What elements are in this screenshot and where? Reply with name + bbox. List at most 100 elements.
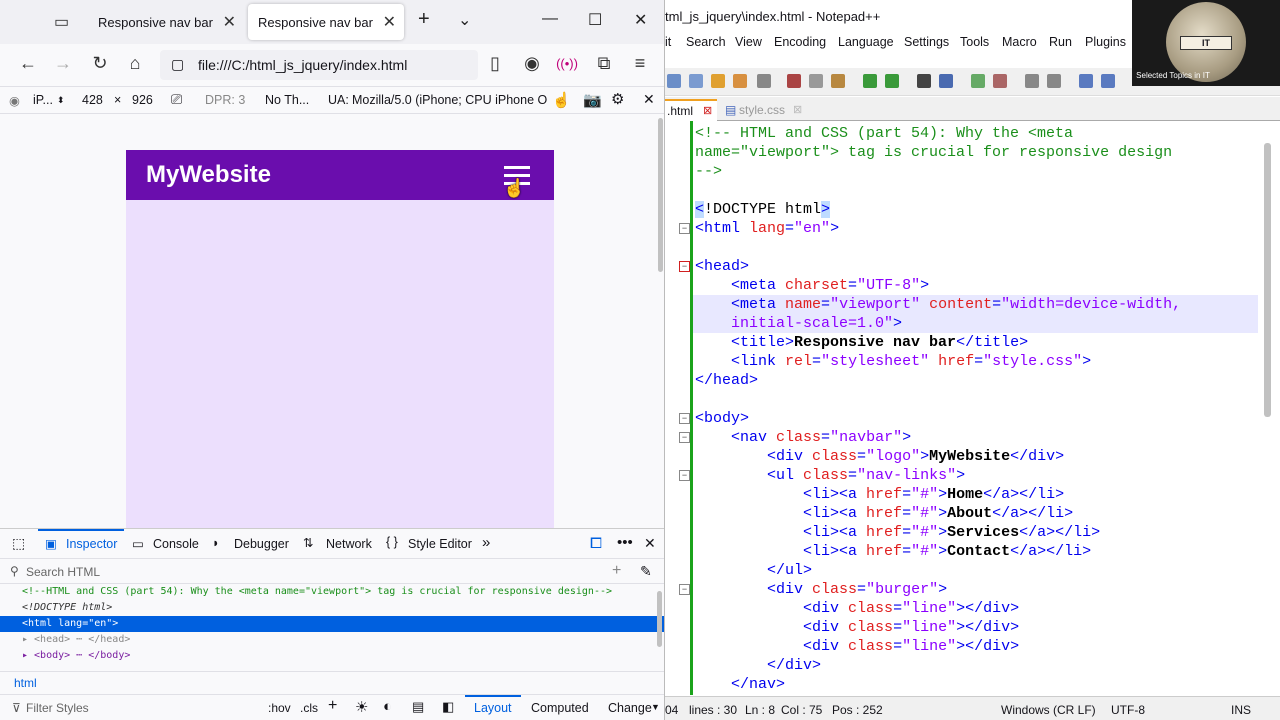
tree-head-node[interactable]: ▸ <head> ⋯ </head> — [0, 632, 664, 648]
browser-tab-1[interactable]: Responsive nav bar ✕ — [88, 4, 244, 40]
dpr-select[interactable]: DPR: 3 — [205, 93, 245, 107]
add-node-icon[interactable]: + — [612, 562, 621, 580]
fold-toggle-icon[interactable]: − — [679, 261, 690, 272]
camera-icon[interactable]: 📷 — [583, 91, 602, 109]
tab-console[interactable]: Console — [153, 537, 199, 551]
home-icon[interactable]: ⌂ — [124, 53, 146, 74]
sync-scroll-icon[interactable] — [1025, 74, 1039, 88]
print-icon[interactable] — [757, 74, 771, 88]
tab-computed[interactable]: Computed — [531, 701, 589, 715]
throttle-select[interactable]: No Th... — [265, 93, 309, 107]
light-mode-icon[interactable]: ☀ — [355, 698, 368, 716]
find-icon[interactable] — [917, 74, 931, 88]
tree-body-node[interactable]: ▸ <body> ⋯ </body> — [0, 648, 664, 664]
tab-debugger[interactable]: Debugger — [234, 537, 289, 551]
print-media-icon[interactable]: ▤ — [412, 699, 424, 715]
more-options-icon[interactable]: ••• — [617, 534, 633, 551]
tab-layout[interactable]: Layout — [474, 701, 512, 715]
url-text[interactable]: file:///C:/html_js_jquery/index.html — [198, 57, 407, 73]
redo-icon[interactable] — [885, 74, 899, 88]
editor-scrollbar[interactable] — [1264, 143, 1271, 417]
filter-styles-input[interactable]: Filter Styles — [26, 701, 89, 715]
forward-arrow-icon[interactable]: → — [52, 53, 74, 74]
toggle-pane-icon[interactable]: ◧ — [442, 699, 454, 715]
rotate-icon[interactable]: ⎚ — [171, 91, 182, 108]
width-input[interactable]: 428 — [82, 93, 103, 107]
tab-network[interactable]: Network — [326, 537, 372, 551]
menu-icon[interactable]: ≡ — [629, 53, 651, 74]
height-input[interactable]: 926 — [132, 93, 153, 107]
menu-encoding[interactable]: Encoding — [774, 35, 826, 49]
browser-tab-2[interactable]: Responsive nav bar ✕ — [248, 4, 404, 40]
menu-settings[interactable]: Settings — [904, 35, 949, 49]
zoom-out-icon[interactable] — [993, 74, 1007, 88]
broadcast-icon[interactable]: ((•)) — [556, 56, 578, 71]
tab-style-editor[interactable]: Style Editor — [408, 537, 472, 551]
file-tab-index[interactable]: .html ⊠ — [665, 99, 717, 121]
extensions-icon[interactable]: ⧉ — [593, 53, 615, 74]
copy-icon[interactable] — [809, 74, 823, 88]
paste-icon[interactable] — [831, 74, 845, 88]
reload-icon[interactable]: ↻ — [89, 53, 111, 74]
device-select[interactable]: iP... — [33, 93, 53, 107]
close-devtools-icon[interactable]: ✕ — [644, 535, 656, 552]
fold-toggle-icon[interactable]: − — [679, 584, 690, 595]
undo-icon[interactable] — [863, 74, 877, 88]
minimize-icon[interactable]: — — [542, 10, 558, 28]
chevron-down-icon[interactable]: ▼ — [651, 702, 660, 712]
close-tab-icon[interactable]: ⊠ — [703, 104, 712, 117]
add-rule-icon[interactable]: + — [328, 697, 337, 715]
more-tabs-icon[interactable]: » — [482, 534, 490, 551]
fold-toggle-icon[interactable]: − — [679, 413, 690, 424]
tree-doctype-node[interactable]: <!DOCTYPE html> — [0, 600, 664, 616]
responsive-mode-icon[interactable]: ⧠ — [590, 535, 602, 552]
menu-view[interactable]: View — [735, 35, 762, 49]
fold-toggle-icon[interactable]: − — [679, 432, 690, 443]
fold-toggle-icon[interactable]: − — [679, 223, 690, 234]
new-file-icon[interactable] — [667, 74, 681, 88]
viewport-scrollbar[interactable] — [658, 118, 663, 272]
open-file-icon[interactable] — [689, 74, 703, 88]
gear-icon[interactable]: ⚙ — [611, 90, 624, 108]
new-tab-icon[interactable]: + — [418, 8, 430, 31]
breadcrumb-html[interactable]: html — [14, 676, 37, 690]
tab-overview-icon[interactable]: ▭ — [54, 12, 69, 32]
tree-html-node[interactable]: <html lang="en"> — [0, 616, 664, 632]
eyedropper-icon[interactable]: ✎ — [640, 563, 652, 580]
close-tab-icon[interactable]: ⊠ — [793, 103, 802, 116]
tree-comment-node[interactable]: <!--HTML and CSS (part 54): Why the <met… — [0, 584, 664, 600]
replace-icon[interactable] — [939, 74, 953, 88]
file-tab-style[interactable]: ▤ style.css ⊠ — [721, 101, 809, 121]
element-picker-icon[interactable]: ⬚ — [12, 535, 25, 552]
cut-icon[interactable] — [787, 74, 801, 88]
menu-language[interactable]: Language — [838, 35, 894, 49]
tab-changes[interactable]: Change — [608, 701, 652, 715]
chevron-down-icon[interactable]: ⌄ — [458, 10, 471, 30]
tab-inspector[interactable]: Inspector — [66, 537, 117, 551]
touch-hand-icon[interactable]: ☝ — [552, 91, 571, 109]
sync-horizontal-icon[interactable] — [1047, 74, 1061, 88]
menu-plugins[interactable]: Plugins — [1085, 35, 1126, 49]
tree-scrollbar[interactable] — [657, 591, 662, 647]
cls-toggle[interactable]: .cls — [300, 701, 318, 715]
menu-edit[interactable]: it — [665, 35, 671, 49]
window-close-icon[interactable]: ✕ — [634, 10, 647, 30]
word-wrap-icon[interactable] — [1079, 74, 1093, 88]
close-icon[interactable]: ✕ — [383, 12, 396, 32]
back-arrow-icon[interactable]: ← — [17, 53, 39, 74]
close-icon[interactable]: ✕ — [223, 12, 236, 32]
close-icon[interactable]: ✕ — [643, 91, 655, 108]
show-all-chars-icon[interactable] — [1101, 74, 1115, 88]
fold-toggle-icon[interactable]: − — [679, 470, 690, 481]
account-icon[interactable]: ◉ — [521, 53, 543, 74]
ua-input[interactable]: Mozilla/5.0 (iPhone; CPU iPhone O — [352, 93, 547, 107]
reader-view-icon[interactable]: ▯ — [484, 53, 506, 74]
menu-macro[interactable]: Macro — [1002, 35, 1037, 49]
maximize-icon[interactable]: ☐ — [588, 10, 602, 30]
code-editor[interactable]: − − − − − − <!-- HTML and CSS (part 54):… — [665, 121, 1280, 695]
zoom-in-icon[interactable] — [971, 74, 985, 88]
save-icon[interactable] — [711, 74, 725, 88]
search-html-input[interactable]: Search HTML — [26, 565, 100, 579]
menu-run[interactable]: Run — [1049, 35, 1072, 49]
site-logo[interactable]: MyWebsite — [146, 161, 271, 189]
